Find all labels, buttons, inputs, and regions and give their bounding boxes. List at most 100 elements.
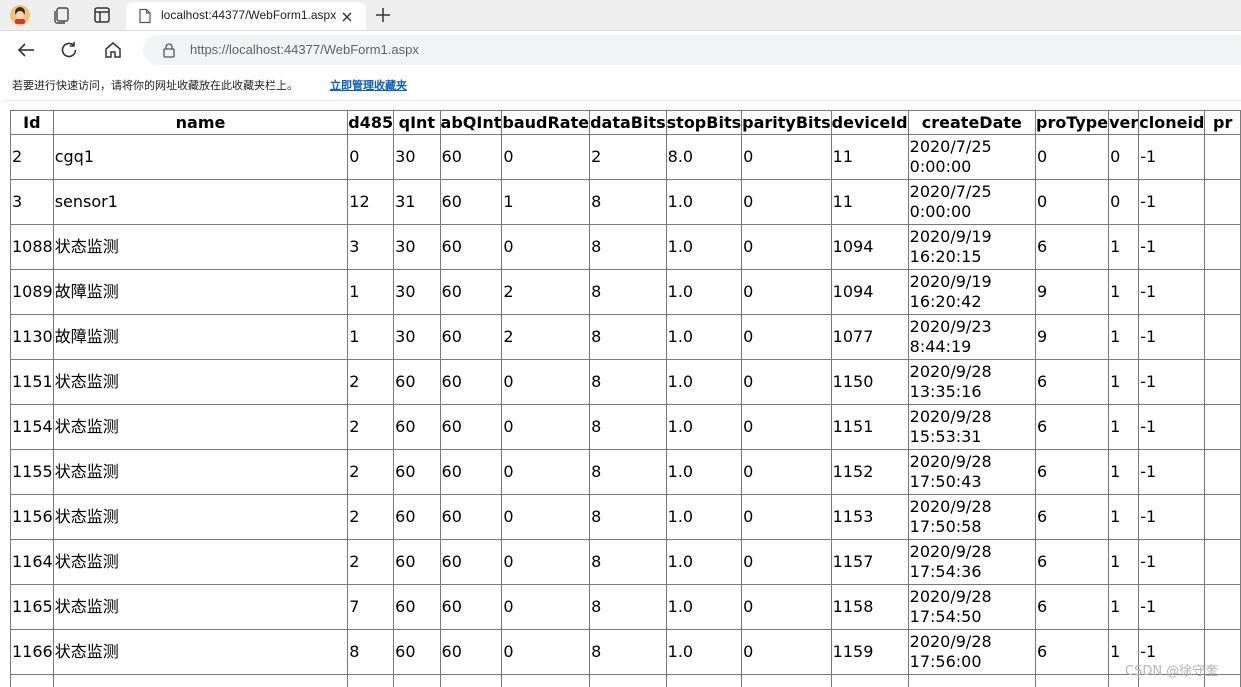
close-icon[interactable] bbox=[340, 9, 354, 23]
column-header: ver bbox=[1109, 111, 1139, 135]
table-row: 2020/9/28 bbox=[11, 675, 1241, 687]
table-cell: 1150 bbox=[831, 360, 908, 405]
table-cell bbox=[1205, 450, 1241, 495]
table-cell: 1156 bbox=[11, 495, 54, 540]
table-row: 1166状态监测86060081.0011592020/9/28 17:56:0… bbox=[11, 630, 1241, 675]
favorites-bar: 若要进行快速访问，请将你的网址收藏放在此收藏夹栏上。 立即管理收藏夹 bbox=[0, 70, 1241, 100]
table-cell bbox=[1205, 270, 1241, 315]
table-cell: 2020/9/28 15:53:31 bbox=[908, 405, 1035, 450]
table-cell: 12 bbox=[348, 180, 394, 225]
table-row: 1155状态监测26060081.0011522020/9/28 17:50:4… bbox=[11, 450, 1241, 495]
table-row: 2cgq103060028.00112020/7/25 0:00:0000-1 bbox=[11, 135, 1241, 180]
table-cell: 1154 bbox=[11, 405, 54, 450]
profile-avatar-icon[interactable] bbox=[9, 4, 31, 26]
page-viewport: Idnamed485qIntabQIntbaudRatedataBitsstop… bbox=[0, 100, 1241, 687]
navigation-bar: https://localhost:44377/WebForm1.aspx bbox=[0, 31, 1241, 69]
table-cell: 30 bbox=[394, 315, 440, 360]
table-cell: 1157 bbox=[831, 540, 908, 585]
table-cell: -1 bbox=[1139, 135, 1205, 180]
table-cell: 0 bbox=[742, 135, 832, 180]
table-row: 3sensor1123160181.00112020/7/25 0:00:000… bbox=[11, 180, 1241, 225]
table-row: 1165状态监测76060081.0011582020/9/28 17:54:5… bbox=[11, 585, 1241, 630]
table-cell: 0 bbox=[502, 360, 590, 405]
table-cell: 1151 bbox=[831, 405, 908, 450]
table-row: 1156状态监测26060081.0011532020/9/28 17:50:5… bbox=[11, 495, 1241, 540]
table-cell: 8 bbox=[590, 180, 667, 225]
table-body: 2cgq103060028.00112020/7/25 0:00:0000-13… bbox=[11, 135, 1241, 687]
table-row: 1089故障监测13060281.0010942020/9/19 16:20:4… bbox=[11, 270, 1241, 315]
table-cell: 1 bbox=[1109, 585, 1139, 630]
table-cell: 1.0 bbox=[666, 360, 741, 405]
table-cell: 0 bbox=[742, 180, 832, 225]
table-cell: 8 bbox=[590, 225, 667, 270]
refresh-icon[interactable] bbox=[58, 39, 80, 61]
workspaces-icon[interactable] bbox=[50, 4, 72, 26]
back-arrow-icon[interactable] bbox=[15, 39, 37, 61]
table-cell: 2 bbox=[11, 135, 54, 180]
table-cell: 1 bbox=[1109, 495, 1139, 540]
table-cell bbox=[394, 675, 440, 687]
table-cell bbox=[1205, 495, 1241, 540]
table-cell: 状态监测 bbox=[53, 405, 348, 450]
table-cell: 3 bbox=[11, 180, 54, 225]
table-cell: 1.0 bbox=[666, 585, 741, 630]
table-cell: 6 bbox=[1036, 495, 1109, 540]
table-cell: 8 bbox=[590, 450, 667, 495]
table-cell: -1 bbox=[1139, 585, 1205, 630]
table-cell: 0 bbox=[348, 135, 394, 180]
table-cell: 2 bbox=[348, 405, 394, 450]
table-cell: 8 bbox=[348, 630, 394, 675]
table-cell: 60 bbox=[440, 405, 502, 450]
table-cell: 0 bbox=[502, 495, 590, 540]
lock-icon[interactable] bbox=[161, 42, 177, 58]
table-cell: 1 bbox=[1109, 360, 1139, 405]
address-bar[interactable]: https://localhost:44377/WebForm1.aspx bbox=[143, 35, 1241, 65]
active-tab[interactable]: localhost:44377/WebForm1.aspx bbox=[126, 2, 366, 30]
table-cell: 6 bbox=[1036, 540, 1109, 585]
table-cell: 0 bbox=[502, 450, 590, 495]
table-cell: 2 bbox=[590, 135, 667, 180]
table-cell: 6 bbox=[1036, 585, 1109, 630]
table-cell bbox=[1205, 135, 1241, 180]
table-cell: 2020/7/25 0:00:00 bbox=[908, 135, 1035, 180]
table-cell: -1 bbox=[1139, 360, 1205, 405]
url-text[interactable]: https://localhost:44377/WebForm1.aspx bbox=[190, 42, 419, 57]
table-cell: 60 bbox=[394, 450, 440, 495]
table-cell: 1094 bbox=[831, 225, 908, 270]
table-cell: 1155 bbox=[11, 450, 54, 495]
table-cell: 2020/9/19 16:20:42 bbox=[908, 270, 1035, 315]
table-cell: 60 bbox=[394, 405, 440, 450]
tab-actions-icon[interactable] bbox=[91, 4, 113, 26]
table-cell: 60 bbox=[440, 225, 502, 270]
table-cell: 0 bbox=[1036, 180, 1109, 225]
table-cell: 1.0 bbox=[666, 180, 741, 225]
table-cell: 0 bbox=[742, 450, 832, 495]
table-cell: 2020/9/28 17:54:36 bbox=[908, 540, 1035, 585]
column-header: Id bbox=[11, 111, 54, 135]
table-cell: 1 bbox=[348, 270, 394, 315]
table-cell: 9 bbox=[1036, 315, 1109, 360]
table-cell: 1094 bbox=[831, 270, 908, 315]
data-grid: Idnamed485qIntabQIntbaudRatedataBitsstop… bbox=[10, 110, 1241, 687]
table-cell: 8 bbox=[590, 405, 667, 450]
table-cell: 9 bbox=[1036, 270, 1109, 315]
page-icon bbox=[137, 8, 153, 24]
table-cell: 60 bbox=[394, 585, 440, 630]
table-cell: 60 bbox=[440, 450, 502, 495]
table-cell: 2020/9/28 13:35:16 bbox=[908, 360, 1035, 405]
plus-icon[interactable] bbox=[373, 5, 393, 25]
table-cell: 1159 bbox=[831, 630, 908, 675]
table-cell: 6 bbox=[1036, 450, 1109, 495]
column-header: d485 bbox=[348, 111, 394, 135]
table-cell: 1164 bbox=[11, 540, 54, 585]
manage-favorites-link[interactable]: 立即管理收藏夹 bbox=[330, 77, 407, 93]
column-header: pr bbox=[1205, 111, 1241, 135]
table-cell bbox=[1205, 360, 1241, 405]
table-cell: 60 bbox=[440, 180, 502, 225]
table-cell: 0 bbox=[502, 405, 590, 450]
table-cell: 0 bbox=[742, 630, 832, 675]
table-cell: 0 bbox=[502, 630, 590, 675]
table-cell: 6 bbox=[1036, 360, 1109, 405]
table-cell bbox=[590, 675, 667, 687]
home-icon[interactable] bbox=[102, 39, 124, 61]
